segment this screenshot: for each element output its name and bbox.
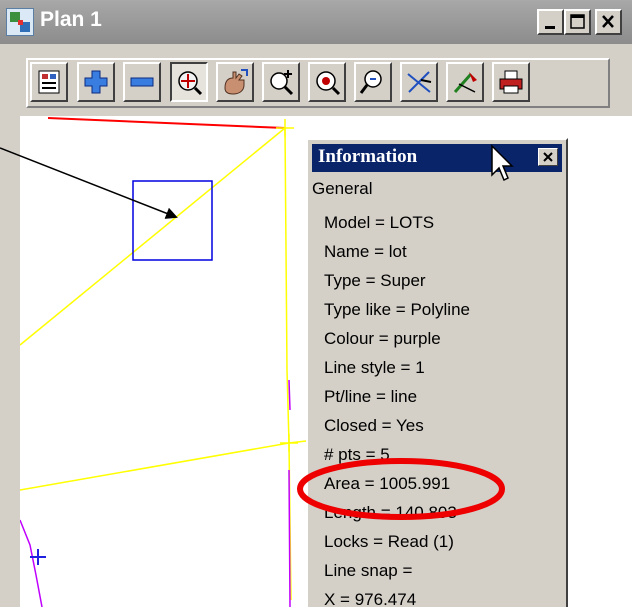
information-panel-header[interactable]: Information <box>312 144 562 172</box>
pan-icon <box>224 69 248 95</box>
plot-button[interactable] <box>30 62 68 102</box>
zoom-extent-button[interactable] <box>170 62 208 102</box>
query-icon <box>359 70 382 94</box>
maximize-icon <box>570 14 585 29</box>
plan-window: Plan 1 Information General Model = LOTS … <box>0 0 632 607</box>
zoom-window-icon <box>316 71 341 96</box>
info-row-line-snap: Line snap = <box>324 561 413 580</box>
info-row-pt-line: Pt/line = line <box>324 387 418 406</box>
info-row-line-style: Line style = 1 <box>324 358 425 377</box>
red-boundary-line <box>47 117 286 129</box>
close-icon <box>602 15 614 28</box>
info-row-pts: # pts = 5 <box>324 445 390 464</box>
yellow-diagonal-line <box>20 127 286 346</box>
info-row-closed: Closed = Yes <box>324 416 424 435</box>
yellow-lower-line <box>20 440 307 491</box>
purple-right-line <box>288 379 291 607</box>
close-icon <box>543 152 553 162</box>
app-icon <box>6 8 34 36</box>
yellow-point-marker <box>276 119 294 137</box>
blue-point-marker <box>30 549 46 565</box>
information-section-general: General <box>312 179 373 198</box>
zoom-point-icon <box>270 70 294 96</box>
print-icon <box>499 70 523 94</box>
info-row-colour: Colour = purple <box>324 329 441 348</box>
maximize-button[interactable] <box>564 9 591 35</box>
yellow-point-marker-lower <box>280 434 298 452</box>
zoom-window-button[interactable] <box>308 62 346 102</box>
info-row-model: Model = LOTS <box>324 213 435 232</box>
cross-hair-icon <box>407 71 432 93</box>
pan-button[interactable] <box>216 62 254 102</box>
information-close-button[interactable] <box>538 148 558 166</box>
minimize-button[interactable] <box>537 9 564 35</box>
zoom-extent-icon <box>178 71 203 96</box>
window-title: Plan 1 <box>40 8 102 31</box>
zoom-out-icon <box>130 77 154 87</box>
information-panel-title: Information <box>318 146 418 167</box>
print-button[interactable] <box>492 62 530 102</box>
info-row-type: Type = Super <box>324 271 426 290</box>
zoom-in-button[interactable] <box>77 62 115 102</box>
info-row-x: X = 976.474 <box>324 590 417 607</box>
query-button[interactable] <box>354 62 392 102</box>
plot-icon <box>38 70 60 94</box>
title-bar[interactable]: Plan 1 <box>0 0 632 44</box>
info-row-length: Length = 140.803 <box>324 503 457 522</box>
info-row-area: Area = 1005.991 <box>324 474 451 493</box>
pick-icon <box>453 72 477 93</box>
zoom-point-button[interactable] <box>262 62 300 102</box>
cross-hair-button[interactable] <box>400 62 438 102</box>
info-row-type-like: Type like = Polyline <box>324 300 470 319</box>
pick-button[interactable] <box>446 62 484 102</box>
minimize-icon <box>545 26 555 29</box>
zoom-in-icon <box>84 70 108 94</box>
info-row-name: Name = lot <box>324 242 407 261</box>
information-panel: Information General Model = LOTS Name = … <box>306 138 568 607</box>
close-button[interactable] <box>595 9 622 35</box>
info-row-locks: Locks = Read (1) <box>324 532 454 551</box>
information-list: Model = LOTS Name = lot Type = Super Typ… <box>324 208 470 607</box>
zoom-out-button[interactable] <box>123 62 161 102</box>
